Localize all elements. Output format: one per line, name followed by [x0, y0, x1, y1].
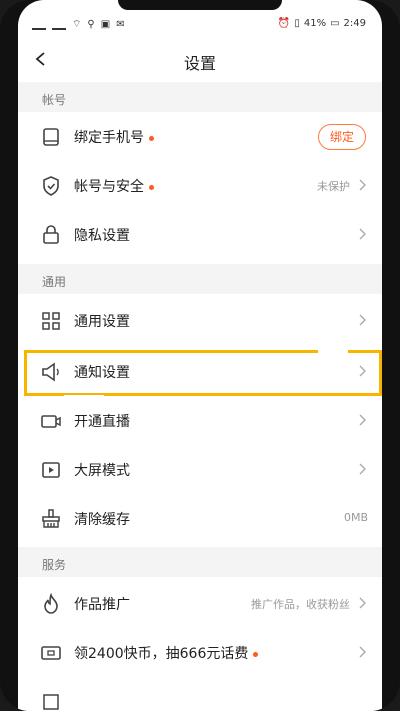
clock: 2:49 — [343, 18, 366, 29]
red-dot — [149, 184, 154, 190]
chevron-right-icon — [359, 179, 366, 191]
vibrate-icon: ▯ — [294, 18, 300, 29]
row-account-security[interactable]: 帐号与安全 未保护 — [18, 161, 382, 210]
row-label: 绑定手机号 — [74, 130, 144, 146]
chevron-right-icon — [359, 314, 366, 326]
row-clear-cache[interactable]: 清除缓存 0MB — [18, 494, 382, 543]
camera-notch — [118, 0, 282, 10]
image-icon: ▣ — [100, 19, 111, 30]
row-promotion[interactable]: 作品推广 推广作品，收获粉丝 — [18, 579, 382, 628]
row-label: 帐号与安全 — [74, 179, 144, 195]
shield-icon — [43, 176, 59, 196]
play-screen-icon — [42, 462, 60, 478]
section-header-general: 通用 — [18, 264, 382, 294]
row-live-streaming[interactable]: 开通直播 — [18, 396, 382, 445]
row-label: 领2400快币，抽666元话费 — [74, 646, 249, 662]
wifi-icon: ⌔ — [72, 19, 82, 30]
signal-icon — [52, 20, 66, 30]
chevron-right-icon — [359, 228, 366, 240]
row-label: 开通直播 — [74, 414, 130, 430]
battery-icon: ▭ — [330, 18, 340, 29]
nav-bar: 设置 — [18, 40, 382, 82]
wechat-icon: ✉ — [116, 19, 125, 30]
page-title: 设置 — [183, 54, 216, 73]
flame-icon — [44, 593, 58, 614]
battery-percent: 41% — [303, 18, 327, 29]
phone-frame: ⌔ ⚲ ▣ ✉ ⏰ ▯ 41% ▭ 2:49 设置 帐号 绑定手机号 绑定 帐号… — [0, 0, 400, 711]
row-label: 通用设置 — [74, 314, 130, 330]
bind-button[interactable]: 绑定 — [318, 124, 366, 150]
status-bar: ⌔ ⚲ ▣ ✉ ⏰ ▯ 41% ▭ 2:49 — [18, 14, 382, 36]
ticket-icon — [41, 646, 61, 660]
row-general-settings[interactable]: 通用设置 — [18, 296, 382, 345]
row-label: 隐私设置 — [74, 228, 130, 244]
cache-size: 0MB — [343, 511, 368, 524]
camera-icon — [41, 415, 61, 428]
red-dot — [149, 135, 154, 141]
section-header-account: 帐号 — [18, 82, 382, 112]
signal-icon — [32, 20, 46, 30]
list-icon — [43, 694, 59, 710]
lock-icon — [43, 225, 59, 244]
row-big-screen[interactable]: 大屏模式 — [18, 445, 382, 494]
red-dot — [253, 651, 259, 657]
row-coins[interactable]: 领2400快币，抽666元话费 — [18, 628, 382, 677]
broom-icon — [42, 509, 60, 528]
row-value: 未保护 — [317, 180, 350, 193]
chevron-right-icon — [359, 597, 366, 609]
search-icon: ⚲ — [87, 19, 95, 30]
highlight-gap — [318, 347, 348, 353]
alarm-icon: ⏰ — [277, 18, 291, 29]
highlight-box — [24, 350, 382, 396]
row-label: 清除缓存 — [74, 512, 130, 528]
grid-icon — [42, 312, 60, 330]
row-privacy[interactable]: 隐私设置 — [18, 210, 382, 259]
row-value: 推广作品，收获粉丝 — [251, 598, 350, 611]
phone-icon — [43, 128, 59, 146]
row-bind-phone[interactable]: 绑定手机号 绑定 — [18, 112, 382, 161]
row-label: 作品推广 — [74, 597, 130, 613]
chevron-right-icon — [359, 646, 366, 658]
row-label: 大屏模式 — [74, 463, 130, 479]
section-header-service: 服务 — [18, 547, 382, 577]
highlight-gap — [64, 395, 104, 399]
row-partial[interactable] — [18, 677, 382, 711]
chevron-right-icon — [359, 414, 366, 426]
chevron-right-icon — [359, 463, 366, 475]
